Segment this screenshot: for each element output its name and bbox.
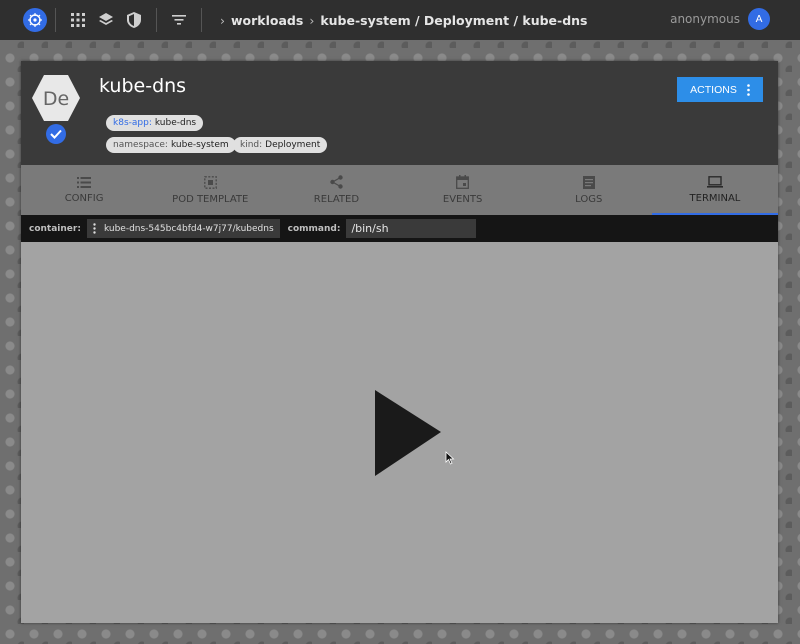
label-value: Deployment — [265, 140, 321, 150]
more-vert-icon — [747, 83, 750, 96]
tab-label: TERMINAL — [689, 193, 741, 204]
tab-related[interactable]: RELATED — [273, 165, 399, 215]
chevron-right-icon: › — [309, 12, 315, 28]
more-vert-icon — [93, 223, 96, 234]
command-label: command: — [287, 223, 341, 234]
shield-icon[interactable] — [122, 8, 146, 32]
divider — [201, 8, 202, 32]
tab-label: LOGS — [575, 193, 603, 205]
mouse-cursor-icon — [445, 451, 455, 465]
share-icon — [330, 175, 343, 189]
calendar-icon — [456, 175, 470, 189]
tab-label: RELATED — [313, 194, 360, 205]
tab-label: EVENTS — [442, 194, 483, 205]
label-value: kube-dns — [154, 118, 197, 128]
document-icon — [582, 175, 595, 189]
badge-letters: De — [43, 88, 69, 110]
deployment-badge-icon: De — [32, 75, 80, 121]
tab-label: CONFIG — [64, 192, 104, 204]
user-menu[interactable]: anonymous A — [670, 8, 770, 30]
check-circle-icon — [46, 124, 66, 144]
tab-logs[interactable]: LOGS — [526, 165, 652, 215]
resource-card: De kube-dns k8s-app: kube-dns namespace:… — [21, 61, 779, 623]
tab-config[interactable]: CONFIG — [21, 165, 147, 215]
resource-header: De kube-dns k8s-app: kube-dns namespace:… — [21, 61, 778, 165]
resource-tabs: CONFIG POD TEMPLATE RELATED EVENTS LOGS … — [21, 165, 779, 215]
filter-icon[interactable] — [167, 8, 191, 32]
layers-icon[interactable] — [94, 8, 118, 32]
container-label: container: — [29, 223, 81, 234]
tab-events[interactable]: EVENTS — [400, 165, 526, 215]
label-value: kube-system — [170, 140, 229, 150]
resource-title: kube-dns — [99, 75, 187, 97]
label-key: kind: — [240, 140, 263, 150]
terminal-viewport[interactable] — [21, 242, 778, 623]
tab-label: POD TEMPLATE — [172, 193, 249, 205]
template-icon — [203, 175, 217, 189]
breadcrumb-workloads[interactable]: workloads — [231, 13, 303, 28]
container-value: kube-dns-545bc4bfd4-w7j77/kubedns — [103, 223, 274, 234]
divider — [55, 8, 56, 32]
list-icon — [77, 176, 92, 188]
label-chip-kind: kind: Deployment — [233, 137, 328, 153]
actions-label: ACTIONS — [690, 83, 737, 96]
actions-button[interactable]: ACTIONS — [677, 77, 763, 102]
chevron-right-icon: › — [220, 12, 225, 28]
label-key: k8s-app: — [113, 118, 152, 128]
label-key: namespace: — [113, 140, 168, 150]
play-icon[interactable] — [373, 388, 443, 478]
terminal-toolbar: container: kube-dns-545bc4bfd4-w7j77/kub… — [21, 215, 778, 242]
label-chip-namespace: namespace: kube-system — [106, 137, 236, 153]
laptop-icon — [706, 176, 723, 188]
command-input[interactable] — [346, 219, 477, 238]
divider — [156, 8, 157, 32]
breadcrumb-current: kube-system / Deployment / kube-dns — [320, 12, 588, 28]
kubernetes-logo-icon[interactable] — [23, 8, 47, 32]
tab-pod-template[interactable]: POD TEMPLATE — [147, 165, 273, 215]
user-name: anonymous — [670, 12, 740, 26]
apps-grid-icon[interactable] — [66, 8, 90, 32]
container-select[interactable]: kube-dns-545bc4bfd4-w7j77/kubedns — [86, 219, 280, 238]
tab-terminal[interactable]: TERMINAL — [651, 165, 779, 215]
breadcrumb: › workloads › kube-system / Deployment /… — [214, 13, 588, 28]
avatar[interactable]: A — [748, 8, 770, 30]
label-chip-k8s-app: k8s-app: kube-dns — [106, 115, 204, 131]
top-bar: › workloads › kube-system / Deployment /… — [0, 0, 800, 40]
